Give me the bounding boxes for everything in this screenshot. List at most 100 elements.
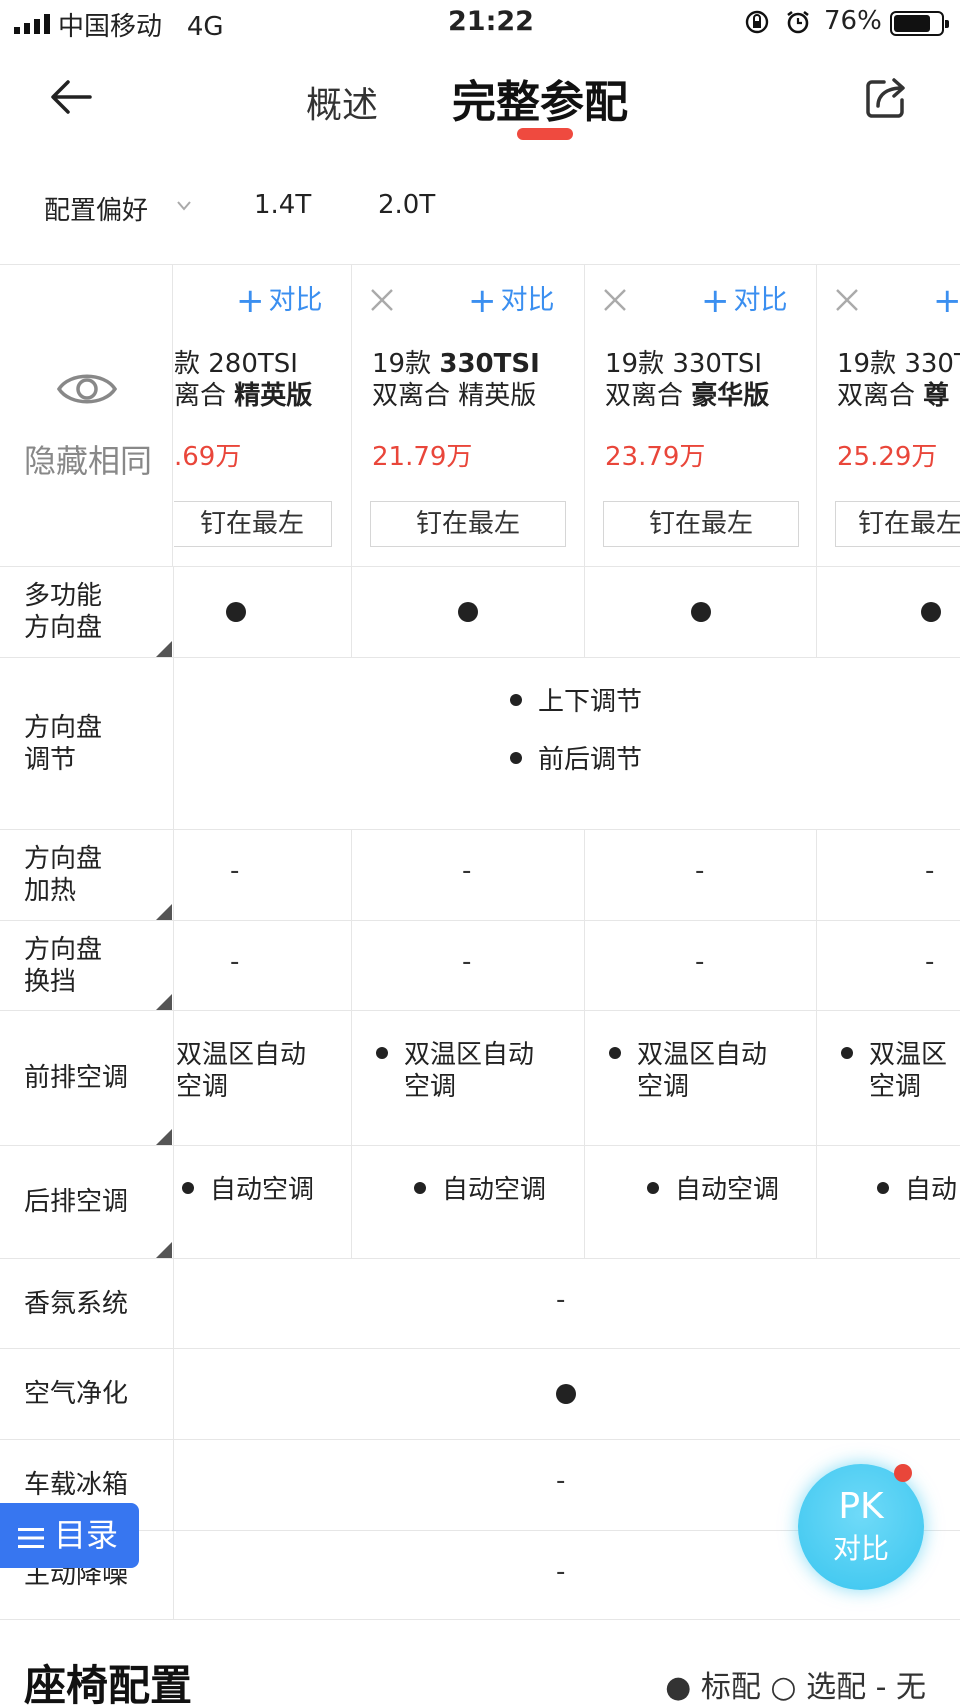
hide-same-label: 隐藏相同 xyxy=(24,442,153,480)
pin-left-button[interactable]: 钉在最左 xyxy=(370,501,566,547)
close-icon[interactable] xyxy=(601,286,629,314)
table-row: 前排空调 双温区自动 空调 双温区自动 空调 双温区自动 空调 双温区 空调 xyxy=(0,1010,960,1145)
feature-value: 双温区自动 空调 xyxy=(176,1040,307,1102)
table-row: 多功能 方向盘 xyxy=(0,566,960,657)
table-cell xyxy=(174,567,352,657)
row-label: 空气净化 xyxy=(0,1349,174,1439)
row-corner-marker xyxy=(156,641,172,657)
share-icon[interactable] xyxy=(862,74,910,122)
table-cell: - xyxy=(817,830,960,920)
chevron-down-icon[interactable] xyxy=(176,200,192,212)
toc-button[interactable]: 目录 xyxy=(0,1503,139,1568)
table-cell: - xyxy=(352,830,585,920)
back-arrow-icon[interactable] xyxy=(46,72,96,122)
feature-value: 自动空调 xyxy=(647,1174,779,1206)
model-price: .69万 xyxy=(174,442,242,472)
table-cell: 自动空调 xyxy=(585,1146,817,1258)
table-cell xyxy=(352,567,585,657)
pk-compare-label: 对比 xyxy=(832,1532,889,1565)
none-dash: - xyxy=(230,856,240,886)
status-bar: 中国移动 4G 21:22 76% xyxy=(0,0,960,48)
table-row: 方向盘 换挡 - - - - xyxy=(0,920,960,1010)
standard-dot xyxy=(921,602,941,622)
none-dash: - xyxy=(695,856,705,886)
feature-value: 双温区自动 空调 xyxy=(376,1039,534,1103)
eye-icon[interactable] xyxy=(56,364,118,414)
signal-icon xyxy=(14,14,50,34)
standard-dot xyxy=(458,602,478,622)
pin-left-button[interactable]: 钉在最左 xyxy=(603,501,799,547)
feature-value: 双温区 空调 xyxy=(841,1039,947,1103)
table-cell: 自动空调 xyxy=(174,1146,352,1258)
table-cell: - xyxy=(352,921,585,1010)
none-dash: - xyxy=(462,947,472,977)
rotation-lock-icon xyxy=(745,10,769,34)
table-row: 香氛系统 - xyxy=(0,1258,960,1348)
notification-dot xyxy=(894,1464,912,1482)
none-dash: - xyxy=(462,856,472,886)
feature-value: 自动 xyxy=(877,1174,957,1206)
model-price: 21.79万 xyxy=(372,442,473,472)
table-row: 方向盘 加热 - - - - xyxy=(0,829,960,920)
hide-same-toggle[interactable]: 隐藏相同 xyxy=(0,264,173,566)
row-corner-marker xyxy=(156,1242,172,1258)
tab-overview[interactable]: 概述 xyxy=(306,76,378,128)
battery-icon xyxy=(890,11,949,36)
row-label: 多功能 方向盘 xyxy=(0,567,174,657)
table-cell: - xyxy=(174,830,352,920)
toc-label: 目录 xyxy=(54,1516,119,1554)
legend: ● 标配 ○ 选配 - 无 xyxy=(665,1670,926,1705)
table-cell-merged: 上下调节 前后调节 xyxy=(174,658,960,829)
row-corner-marker xyxy=(156,904,172,920)
table-row: 方向盘 调节 上下调节 前后调节 xyxy=(0,657,960,829)
table-cell: 双温区自动 空调 xyxy=(585,1011,817,1145)
row-label: 方向盘 加热 xyxy=(0,830,174,920)
table-cell: 自动空调 xyxy=(352,1146,585,1258)
close-icon[interactable] xyxy=(368,286,396,314)
active-tab-indicator xyxy=(517,128,573,140)
table-cell: 双温区自动 空调 xyxy=(174,1011,352,1145)
config-preference-dropdown[interactable]: 配置偏好 xyxy=(44,190,148,227)
model-column-1: + 对比 款 280TSI 离合 精英版 .69万 钉在最左 xyxy=(174,264,352,566)
none-dash: - xyxy=(230,947,240,977)
add-compare-button[interactable]: +对比 xyxy=(468,278,555,321)
model-price: 23.79万 xyxy=(605,442,706,472)
row-label: 香氛系统 xyxy=(0,1259,174,1348)
filter-1-4t[interactable]: 1.4T xyxy=(254,190,311,220)
add-compare-button[interactable]: +对比 xyxy=(236,278,323,321)
table-cell-merged: - xyxy=(174,1259,960,1348)
feature-value: 自动空调 xyxy=(182,1174,314,1206)
standard-dot xyxy=(691,602,711,622)
pk-compare-button[interactable]: PK 对比 xyxy=(798,1464,924,1590)
battery-percent: 76% xyxy=(824,6,882,36)
standard-dot xyxy=(556,1384,576,1404)
table-cell: 双温区 空调 xyxy=(817,1011,960,1145)
feature-value: 前后调节 xyxy=(510,744,642,776)
table-cell xyxy=(585,567,817,657)
table-row: 后排空调 自动空调 自动空调 自动空调 自动 xyxy=(0,1145,960,1258)
feature-value: 上下调节 xyxy=(510,686,642,718)
row-label: 后排空调 xyxy=(0,1146,174,1258)
table-cell: - xyxy=(585,921,817,1010)
model-name: 19款 330TSI 双离合 豪华版 xyxy=(605,349,770,411)
model-column-2: + 对比 19款 330TSI 双离合 精英版 21.79万 钉在最左 xyxy=(352,264,585,566)
pin-left-button[interactable]: 钉在最左 xyxy=(174,501,332,547)
none-dash: - xyxy=(695,947,705,977)
row-corner-marker xyxy=(156,994,172,1010)
table-cell: 自动 xyxy=(817,1146,960,1258)
add-compare-button[interactable]: +对比 xyxy=(701,278,788,321)
filter-2-0t[interactable]: 2.0T xyxy=(378,190,435,220)
table-cell-merged xyxy=(174,1349,960,1439)
none-dash: - xyxy=(556,1285,566,1315)
none-dash: - xyxy=(556,1557,566,1587)
close-icon[interactable] xyxy=(833,286,861,314)
model-name: 19款 330T 双离合 尊 xyxy=(837,349,960,411)
row-label: 方向盘 换挡 xyxy=(0,921,174,1010)
feature-value: 自动空调 xyxy=(414,1174,546,1206)
add-compare-button[interactable]: +对比 xyxy=(933,278,960,321)
row-label: 前排空调 xyxy=(0,1011,174,1145)
tab-full-config[interactable]: 完整参配 xyxy=(452,66,628,130)
model-name: 款 280TSI 离合 精英版 xyxy=(174,349,313,411)
pin-left-button[interactable]: 钉在最左 xyxy=(835,501,960,547)
menu-icon xyxy=(18,1528,44,1548)
